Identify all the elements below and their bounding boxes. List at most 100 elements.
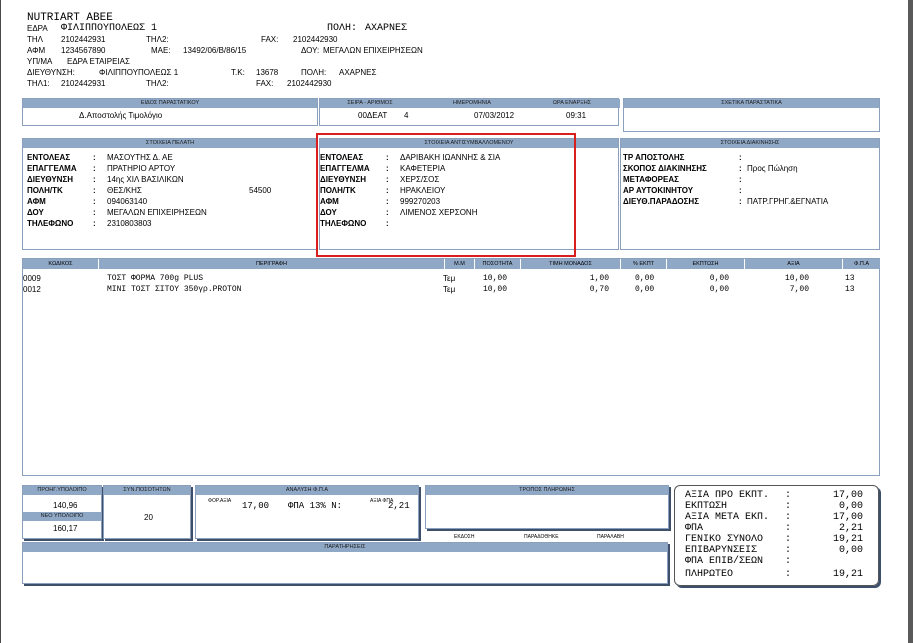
column-header: ΕΚΠΤΩΣΗ xyxy=(667,259,745,269)
time-title: ΩΡΑ ΕΝΑΡΞΗΣ xyxy=(524,99,620,108)
time-value: 09:31 xyxy=(566,111,587,120)
client-field-label: ΔΟΥ xyxy=(27,208,44,217)
hq-value: ΦΙΛΙΠΠΟΥΠΟΛΕΩΣ 1 xyxy=(61,23,158,34)
related-box: ΣΧΕΤΙΚΑ ΠΑΡΑΣΤΑΤΙΚΑ xyxy=(623,98,880,132)
tk-value: 13678 xyxy=(256,68,279,77)
line-cell-disc: 0,00 xyxy=(709,274,729,283)
prev-balance-title: ΠΡΟΗΓ.ΥΠΟΛΟΙΠΟ xyxy=(23,486,101,495)
client-field-value: ΘΕΣ/ΚΗΣ xyxy=(107,186,142,195)
column-header: Μ.Μ xyxy=(445,259,475,269)
line-cell-value: 7,00 xyxy=(789,285,809,294)
colon: : xyxy=(739,175,742,184)
shipping-field-value: ΠΑΤΡ.ΓΡΗΓ.&ΕΓΝΑΤΙΑ xyxy=(747,197,829,206)
related-title: ΣΧΕΤΙΚΑ ΠΑΡΑΣΤΑΤΙΚΑ xyxy=(624,99,879,108)
line-cell-qty: 10,00 xyxy=(483,274,508,283)
shipping-box: ΣΤΟΙΧΕΙΑ ΔΙΑΚΙΝΗΣΗΣ ΤΡ ΑΠΟΣΤΟΛΗΣ: ΣΚΟΠΟΣ … xyxy=(620,138,880,250)
line-cell-disc-pct: 0,00 xyxy=(635,285,655,294)
line-cell-desc: ΤΟΣΤ ΦΟΡΜΑ 700g PLUS xyxy=(107,274,204,283)
total-value: 17,00 xyxy=(832,490,863,501)
colon: : xyxy=(785,490,792,501)
line-cell-price: 1,00 xyxy=(589,274,609,283)
line-cell-disc: 0,00 xyxy=(709,285,729,294)
colon: : xyxy=(93,197,96,206)
client-field-label: ΤΗΛΕΦΩΝΟ xyxy=(27,219,74,228)
client-field-value: ΜΑΣΟΥΤΗΣ Δ. ΑΕ xyxy=(107,153,173,162)
client-field-value: 14ης ΧΙΛ ΒΑΣΙΛΙΚΩΝ xyxy=(107,175,184,184)
new-balance-value: 160,17 xyxy=(53,524,78,533)
client-field-label: ΕΝΤΟΛΕΑΣ xyxy=(27,153,71,162)
column-header: Φ.Π.Α xyxy=(843,259,881,269)
total-label: ΕΚΠΤΩΣΗ xyxy=(685,501,728,512)
branch-value: ΕΔΡΑ ΕΤΑΙΡΕΙΑΣ xyxy=(67,57,130,66)
column-header: ΚΩΔΙΚΟΣ xyxy=(23,259,99,269)
date-value: 07/03/2012 xyxy=(474,111,515,120)
total-label: ΓΕΝΙΚΟ ΣΥΝΟΛΟ xyxy=(685,534,764,545)
shipping-title: ΣΤΟΙΧΕΙΑ ΔΙΑΚΙΝΗΣΗΣ xyxy=(621,139,879,148)
afm-value: 1234567890 xyxy=(61,46,106,55)
fax2-value: 2102442930 xyxy=(287,79,332,88)
tk-label: Τ.Κ: xyxy=(231,68,245,77)
line-cell-vat: 13 xyxy=(845,274,855,283)
line-cell-unit: Τεμ xyxy=(443,274,456,283)
colon: : xyxy=(93,175,96,184)
line-cell-code: 0012 xyxy=(23,285,41,294)
city-label: ΠΟΛΗ: xyxy=(327,23,358,34)
total-label: ΕΠΙΒΑΡΥΝΣΕΙΣ xyxy=(685,545,758,556)
total-value: 0,00 xyxy=(838,545,863,556)
qty-box: ΣΥΝ.ΠΟΣΟΤΗΤΩΝ 20 xyxy=(103,485,191,539)
doc-number: 4 xyxy=(404,111,409,120)
vat-box: ΑΝΑΛΥΣΗ Φ.Π.Α ΦΟΡ.ΑΞΙΑ 17,00 ΦΠΑ 13% Ν: … xyxy=(195,485,419,539)
vat-title: ΑΝΑΛΥΣΗ Φ.Π.Α xyxy=(196,486,418,495)
city2-label: ΠΟΛΗ: xyxy=(301,68,327,77)
doc-type-box: ΕΙΔΟΣ ΠΑΡΑΣΤΑΤΙΚΟΥ Δ.Αποστολής Τιμολόγιο xyxy=(22,98,318,126)
colon: : xyxy=(93,153,96,162)
total-label: ΦΠΑ ΕΠΙΒ/ΣΕΩΝ xyxy=(685,556,764,567)
client-field-label: ΠΟΛΗ/ΤΚ xyxy=(27,186,63,195)
client-title: ΣΤΟΙΧΕΙΑ ΠΕΛΑΤΗ xyxy=(23,139,317,148)
colon: : xyxy=(785,556,792,567)
client-field-label: ΔΙΕΥΘΥΝΣΗ xyxy=(27,175,74,184)
column-header: ΑΞΙΑ xyxy=(745,259,843,269)
signature-received: ΠΑΡΑΛΑΒΗ xyxy=(597,534,624,540)
fax-value: 2102442930 xyxy=(293,35,338,44)
total-label: ΦΠΑ xyxy=(685,523,704,534)
column-header: ΠΟΣΟΤΗΤΑ xyxy=(475,259,521,269)
line-cell-disc-pct: 0,00 xyxy=(635,274,655,283)
qty-value: 20 xyxy=(144,513,153,522)
client-field-extra: 54500 xyxy=(249,186,272,195)
colon: : xyxy=(93,219,96,228)
new-balance-title: ΝΕΟ ΥΠΟΛΟΙΠΟ xyxy=(23,512,101,521)
tel2b-label: ΤΗΛ2: xyxy=(146,79,169,88)
shipping-field-value: Προς Πώληση xyxy=(747,164,798,173)
doc-type-title: ΕΙΔΟΣ ΠΑΡΑΣΤΑΤΙΚΟΥ xyxy=(23,99,317,108)
balance-box: ΠΡΟΗΓ.ΥΠΟΛΟΙΠΟ 140,96 ΝΕΟ ΥΠΟΛΟΙΠΟ 160,1… xyxy=(22,485,102,539)
fax2-label: FAX: xyxy=(256,79,274,88)
shipping-field-label: ΔΙΕΥΘ.ΠΑΡΑΔΟΣΗΣ xyxy=(623,197,699,206)
qty-title: ΣΥΝ.ΠΟΣΟΤΗΤΩΝ xyxy=(104,486,190,495)
column-header: ΠΕΡΙΓΡΑΦΗ xyxy=(99,259,445,269)
doy-value: ΜΕΓΑΛΩΝ ΕΠΙΧΕΙΡΗΣΕΩΝ xyxy=(323,46,423,55)
line-cell-qty: 10,00 xyxy=(483,285,508,294)
series-value: 00ΔΕΑΤ xyxy=(358,111,388,120)
column-header: ΤΙΜΗ ΜΟΝΑΔΟΣ xyxy=(521,259,621,269)
colon: : xyxy=(739,197,742,206)
colon: : xyxy=(93,186,96,195)
line-cell-unit: Τεμ xyxy=(443,285,456,294)
mae-label: ΜΑΕ: xyxy=(151,46,171,55)
payment-title: ΤΡΟΠΟΣ ΠΛΗΡΩΜΗΣ xyxy=(426,486,668,495)
colon: : xyxy=(93,208,96,217)
total-value: 0,00 xyxy=(838,501,863,512)
colon: : xyxy=(785,534,792,545)
signature-issued: ΕΚΔΟΣΗ xyxy=(454,534,475,540)
client-field-value: ΠΡΑΤΗΡΙΟ ΑΡΤΟΥ xyxy=(107,164,176,173)
shipping-field-label: ΜΕΤΑΦΟΡΕΑΣ xyxy=(623,175,679,184)
shipping-field-label: ΤΡ ΑΠΟΣΤΟΛΗΣ xyxy=(623,153,685,162)
line-cell-code: 0009 xyxy=(23,274,41,283)
prev-balance-value: 140,96 xyxy=(53,501,78,510)
totals-box: ΑΞΙΑ ΠΡΟ ΕΚΠΤ.: 17,00 ΕΚΠΤΩΣΗ: 0,00 ΑΞΙΑ ΜΕΤ… xyxy=(674,485,879,586)
colon: : xyxy=(739,164,742,173)
afm-label: ΑΦΜ xyxy=(27,46,46,55)
tel-label: ΤΗΛ xyxy=(27,35,44,44)
series-title: ΣΕΙΡΑ - ΑΡΙΘΜΟΣ xyxy=(320,99,420,108)
tel1-label: ΤΗΛ1: xyxy=(27,79,50,88)
